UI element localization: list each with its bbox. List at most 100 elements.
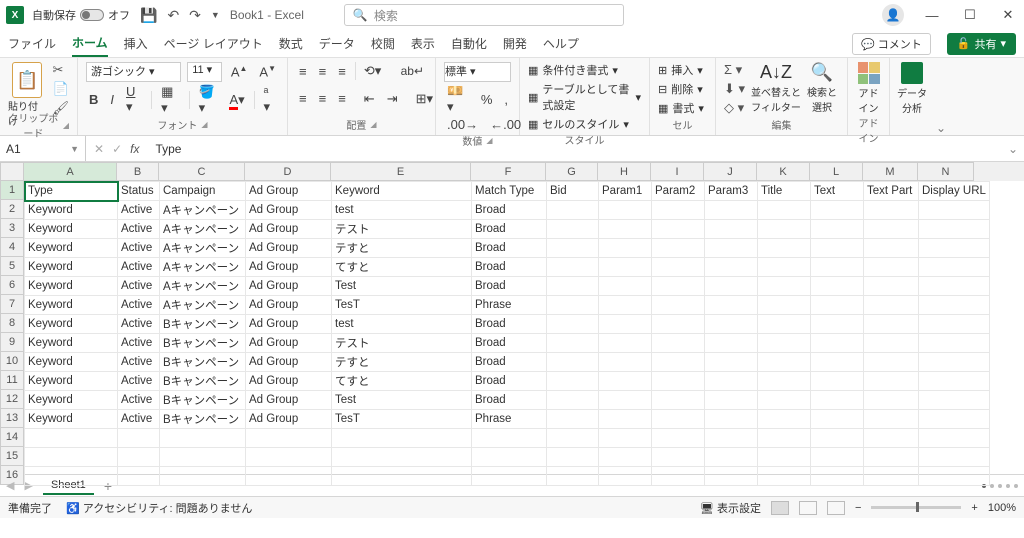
cell[interactable]: Title xyxy=(758,182,811,201)
row-header[interactable]: 9 xyxy=(0,333,24,352)
cell[interactable] xyxy=(811,391,864,410)
cell[interactable]: Broad xyxy=(472,239,547,258)
cell[interactable]: Ad Group xyxy=(246,277,332,296)
cell[interactable] xyxy=(864,448,919,467)
cell[interactable]: Ad Group xyxy=(246,296,332,315)
cell[interactable] xyxy=(864,353,919,372)
cell[interactable] xyxy=(652,239,705,258)
cell[interactable] xyxy=(864,372,919,391)
row-header[interactable]: 1 xyxy=(0,181,24,200)
column-header[interactable]: G xyxy=(546,162,598,181)
cell[interactable] xyxy=(599,410,652,429)
row-header[interactable]: 8 xyxy=(0,314,24,333)
cell[interactable] xyxy=(811,372,864,391)
cell[interactable] xyxy=(705,334,758,353)
tab-自動化[interactable]: 自動化 xyxy=(451,31,487,56)
cell[interactable] xyxy=(547,239,599,258)
cell[interactable] xyxy=(599,277,652,296)
cell[interactable]: Text xyxy=(811,182,864,201)
share-button[interactable]: 🔓 共有 ▾ xyxy=(947,33,1016,55)
page-layout-view-icon[interactable] xyxy=(799,501,817,515)
cell[interactable] xyxy=(160,448,246,467)
cell[interactable] xyxy=(652,315,705,334)
cell[interactable] xyxy=(758,372,811,391)
name-box[interactable]: A1▼ xyxy=(0,136,86,161)
cell[interactable]: Bキャンペーン xyxy=(160,391,246,410)
cell[interactable] xyxy=(919,315,990,334)
select-all-cell[interactable] xyxy=(0,162,24,181)
cell[interactable] xyxy=(919,258,990,277)
cell[interactable]: Aキャンペーン xyxy=(160,220,246,239)
cell[interactable] xyxy=(919,353,990,372)
dialog-launcher-icon[interactable]: ◢ xyxy=(201,120,207,129)
close-button[interactable]: ✕ xyxy=(998,7,1018,23)
cell[interactable] xyxy=(547,258,599,277)
accessibility-status[interactable]: ♿ アクセシビリティ: 問題ありません xyxy=(66,500,252,516)
cell[interactable] xyxy=(599,315,652,334)
tab-ヘルプ[interactable]: ヘルプ xyxy=(543,31,579,56)
formula-input[interactable]: Type xyxy=(147,142,1002,156)
cell[interactable] xyxy=(864,315,919,334)
cell[interactable] xyxy=(652,391,705,410)
row-header[interactable]: 6 xyxy=(0,276,24,295)
decrease-decimal-icon[interactable]: ←.00 xyxy=(487,116,524,133)
increase-indent-icon[interactable]: ⇥ xyxy=(384,90,401,108)
border-icon[interactable]: ▦ ▾ xyxy=(158,83,183,117)
cell[interactable] xyxy=(919,429,990,448)
column-header[interactable]: N xyxy=(918,162,974,181)
cell[interactable] xyxy=(864,277,919,296)
cell[interactable] xyxy=(118,467,160,486)
row-header[interactable]: 13 xyxy=(0,409,24,428)
cell[interactable] xyxy=(758,448,811,467)
cell[interactable]: Keyword xyxy=(25,410,118,429)
cell[interactable] xyxy=(919,334,990,353)
cell[interactable]: Broad xyxy=(472,334,547,353)
cell[interactable]: Ad Group xyxy=(246,220,332,239)
cell[interactable]: Param1 xyxy=(599,182,652,201)
cell[interactable]: Active xyxy=(118,277,160,296)
cell[interactable] xyxy=(811,220,864,239)
cell[interactable] xyxy=(811,296,864,315)
cell[interactable]: Active xyxy=(118,391,160,410)
cell[interactable]: テすと xyxy=(332,239,472,258)
column-header[interactable]: E xyxy=(331,162,471,181)
cell[interactable] xyxy=(705,353,758,372)
cell[interactable]: Text Part xyxy=(864,182,919,201)
cell[interactable]: Ad Group xyxy=(246,315,332,334)
cell[interactable] xyxy=(652,277,705,296)
cell[interactable] xyxy=(758,467,811,486)
cut-icon[interactable]: ✂ xyxy=(52,62,69,78)
cell[interactable] xyxy=(705,296,758,315)
align-top-icon[interactable]: ≡ xyxy=(296,63,310,80)
user-avatar[interactable]: 👤 xyxy=(882,4,904,26)
cell[interactable]: Active xyxy=(118,372,160,391)
tab-校閲[interactable]: 校閲 xyxy=(371,31,395,56)
maximize-button[interactable]: ☐ xyxy=(960,7,980,23)
cell[interactable]: Ad Group xyxy=(246,372,332,391)
dialog-launcher-icon[interactable]: ◢ xyxy=(370,120,376,129)
cell[interactable]: Broad xyxy=(472,201,547,220)
font-size-select[interactable]: 11 ▾ xyxy=(187,62,222,82)
clear-icon[interactable]: ◇ ▾ xyxy=(724,100,745,116)
toggle-switch-icon[interactable] xyxy=(80,9,104,21)
autosave-toggle[interactable]: 自動保存 オフ xyxy=(32,7,130,23)
cell[interactable] xyxy=(652,201,705,220)
cell[interactable] xyxy=(705,315,758,334)
cell[interactable] xyxy=(864,239,919,258)
cell[interactable]: Bキャンペーン xyxy=(160,315,246,334)
row-header[interactable]: 7 xyxy=(0,295,24,314)
column-header[interactable]: L xyxy=(810,162,863,181)
cell[interactable]: てすと xyxy=(332,258,472,277)
cell[interactable] xyxy=(332,467,472,486)
number-format-select[interactable]: 標準 ▾ xyxy=(444,62,511,82)
cell[interactable] xyxy=(811,448,864,467)
cell[interactable]: Broad xyxy=(472,277,547,296)
save-icon[interactable]: 💾 xyxy=(140,7,157,24)
cell[interactable] xyxy=(652,296,705,315)
row-header[interactable]: 14 xyxy=(0,428,24,447)
addins-button[interactable]: アド イン xyxy=(856,62,881,115)
cell[interactable]: Param3 xyxy=(705,182,758,201)
cell[interactable] xyxy=(864,391,919,410)
delete-cells-button[interactable]: ⊟ 削除 ▾ xyxy=(658,81,707,97)
row-header[interactable]: 11 xyxy=(0,371,24,390)
